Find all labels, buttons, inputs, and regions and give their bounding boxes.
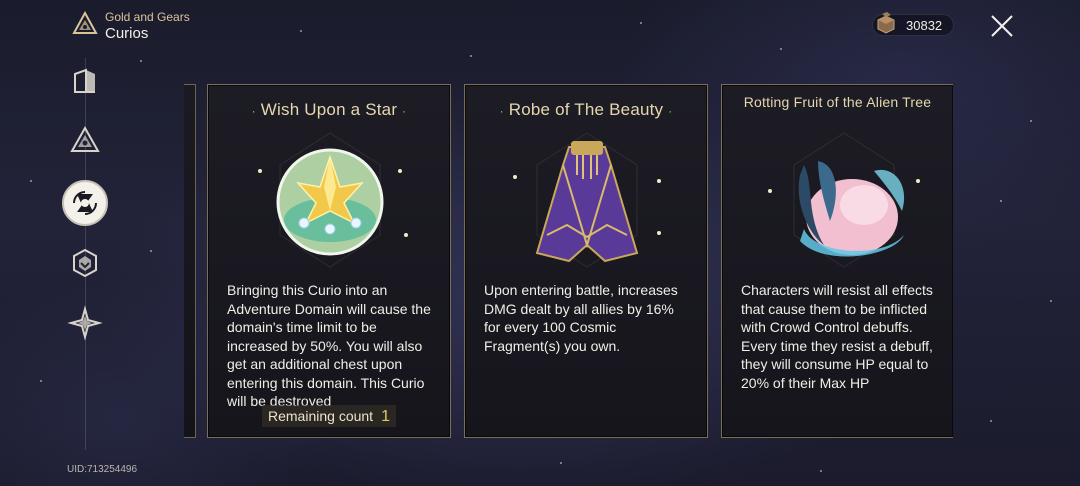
header-subtitle: Gold and Gears bbox=[105, 10, 190, 24]
curio-emblem-icon bbox=[73, 191, 97, 215]
curio-card-rotting-fruit-of-the-alien-tree[interactable]: Rotting Fruit of the Alien Tree Characte… bbox=[721, 84, 953, 438]
remaining-count: Remaining count 1 bbox=[262, 405, 396, 427]
star-emblem-icon bbox=[67, 305, 103, 341]
purple-robe-icon bbox=[513, 132, 661, 268]
card-description: Upon entering battle, increases DMG deal… bbox=[484, 282, 678, 354]
card-title: Rotting Fruit of the Alien Tree bbox=[743, 94, 932, 110]
sidebar-item-star[interactable] bbox=[66, 304, 104, 342]
remaining-count-value: 1 bbox=[381, 408, 390, 425]
curio-card-robe-of-the-beauty[interactable]: · Robe of The Beauty · Upon entering bat… bbox=[464, 84, 708, 438]
star-crystal-orb-icon bbox=[258, 132, 408, 268]
fragment-cube-icon bbox=[877, 12, 895, 34]
sidebar-item-shield[interactable] bbox=[66, 244, 104, 282]
player-uid: UID:713254496 bbox=[67, 464, 138, 475]
sidebar-item-triangle[interactable] bbox=[66, 122, 104, 160]
card-title: · Robe of The Beauty · bbox=[499, 100, 673, 119]
cosmic-fragment-counter[interactable]: 30832 bbox=[872, 12, 954, 36]
gold-and-gears-logo-icon bbox=[72, 11, 98, 34]
close-button[interactable] bbox=[988, 12, 1016, 40]
previous-card-edge[interactable] bbox=[184, 84, 196, 438]
door-icon bbox=[74, 68, 95, 93]
remaining-count-label: Remaining count bbox=[268, 408, 374, 424]
alien-fruit-icon bbox=[768, 132, 920, 268]
close-icon bbox=[991, 15, 1013, 37]
triangle-emblem-icon bbox=[70, 125, 100, 152]
page-title: Curios bbox=[105, 25, 149, 42]
sidebar-item-curios[interactable] bbox=[62, 180, 108, 226]
card-title: · Wish Upon a Star · bbox=[251, 100, 407, 119]
card-description: Bringing this Curio into an Adventure Do… bbox=[227, 282, 431, 406]
sidebar-item-door[interactable] bbox=[66, 62, 104, 100]
card-description: Characters will resist all effects that … bbox=[741, 282, 933, 391]
curio-card-wish-upon-a-star[interactable]: · Wish Upon a Star · Bringing this Curio… bbox=[207, 84, 451, 438]
currency-value: 30832 bbox=[906, 18, 943, 33]
shield-emblem-icon bbox=[73, 248, 97, 278]
